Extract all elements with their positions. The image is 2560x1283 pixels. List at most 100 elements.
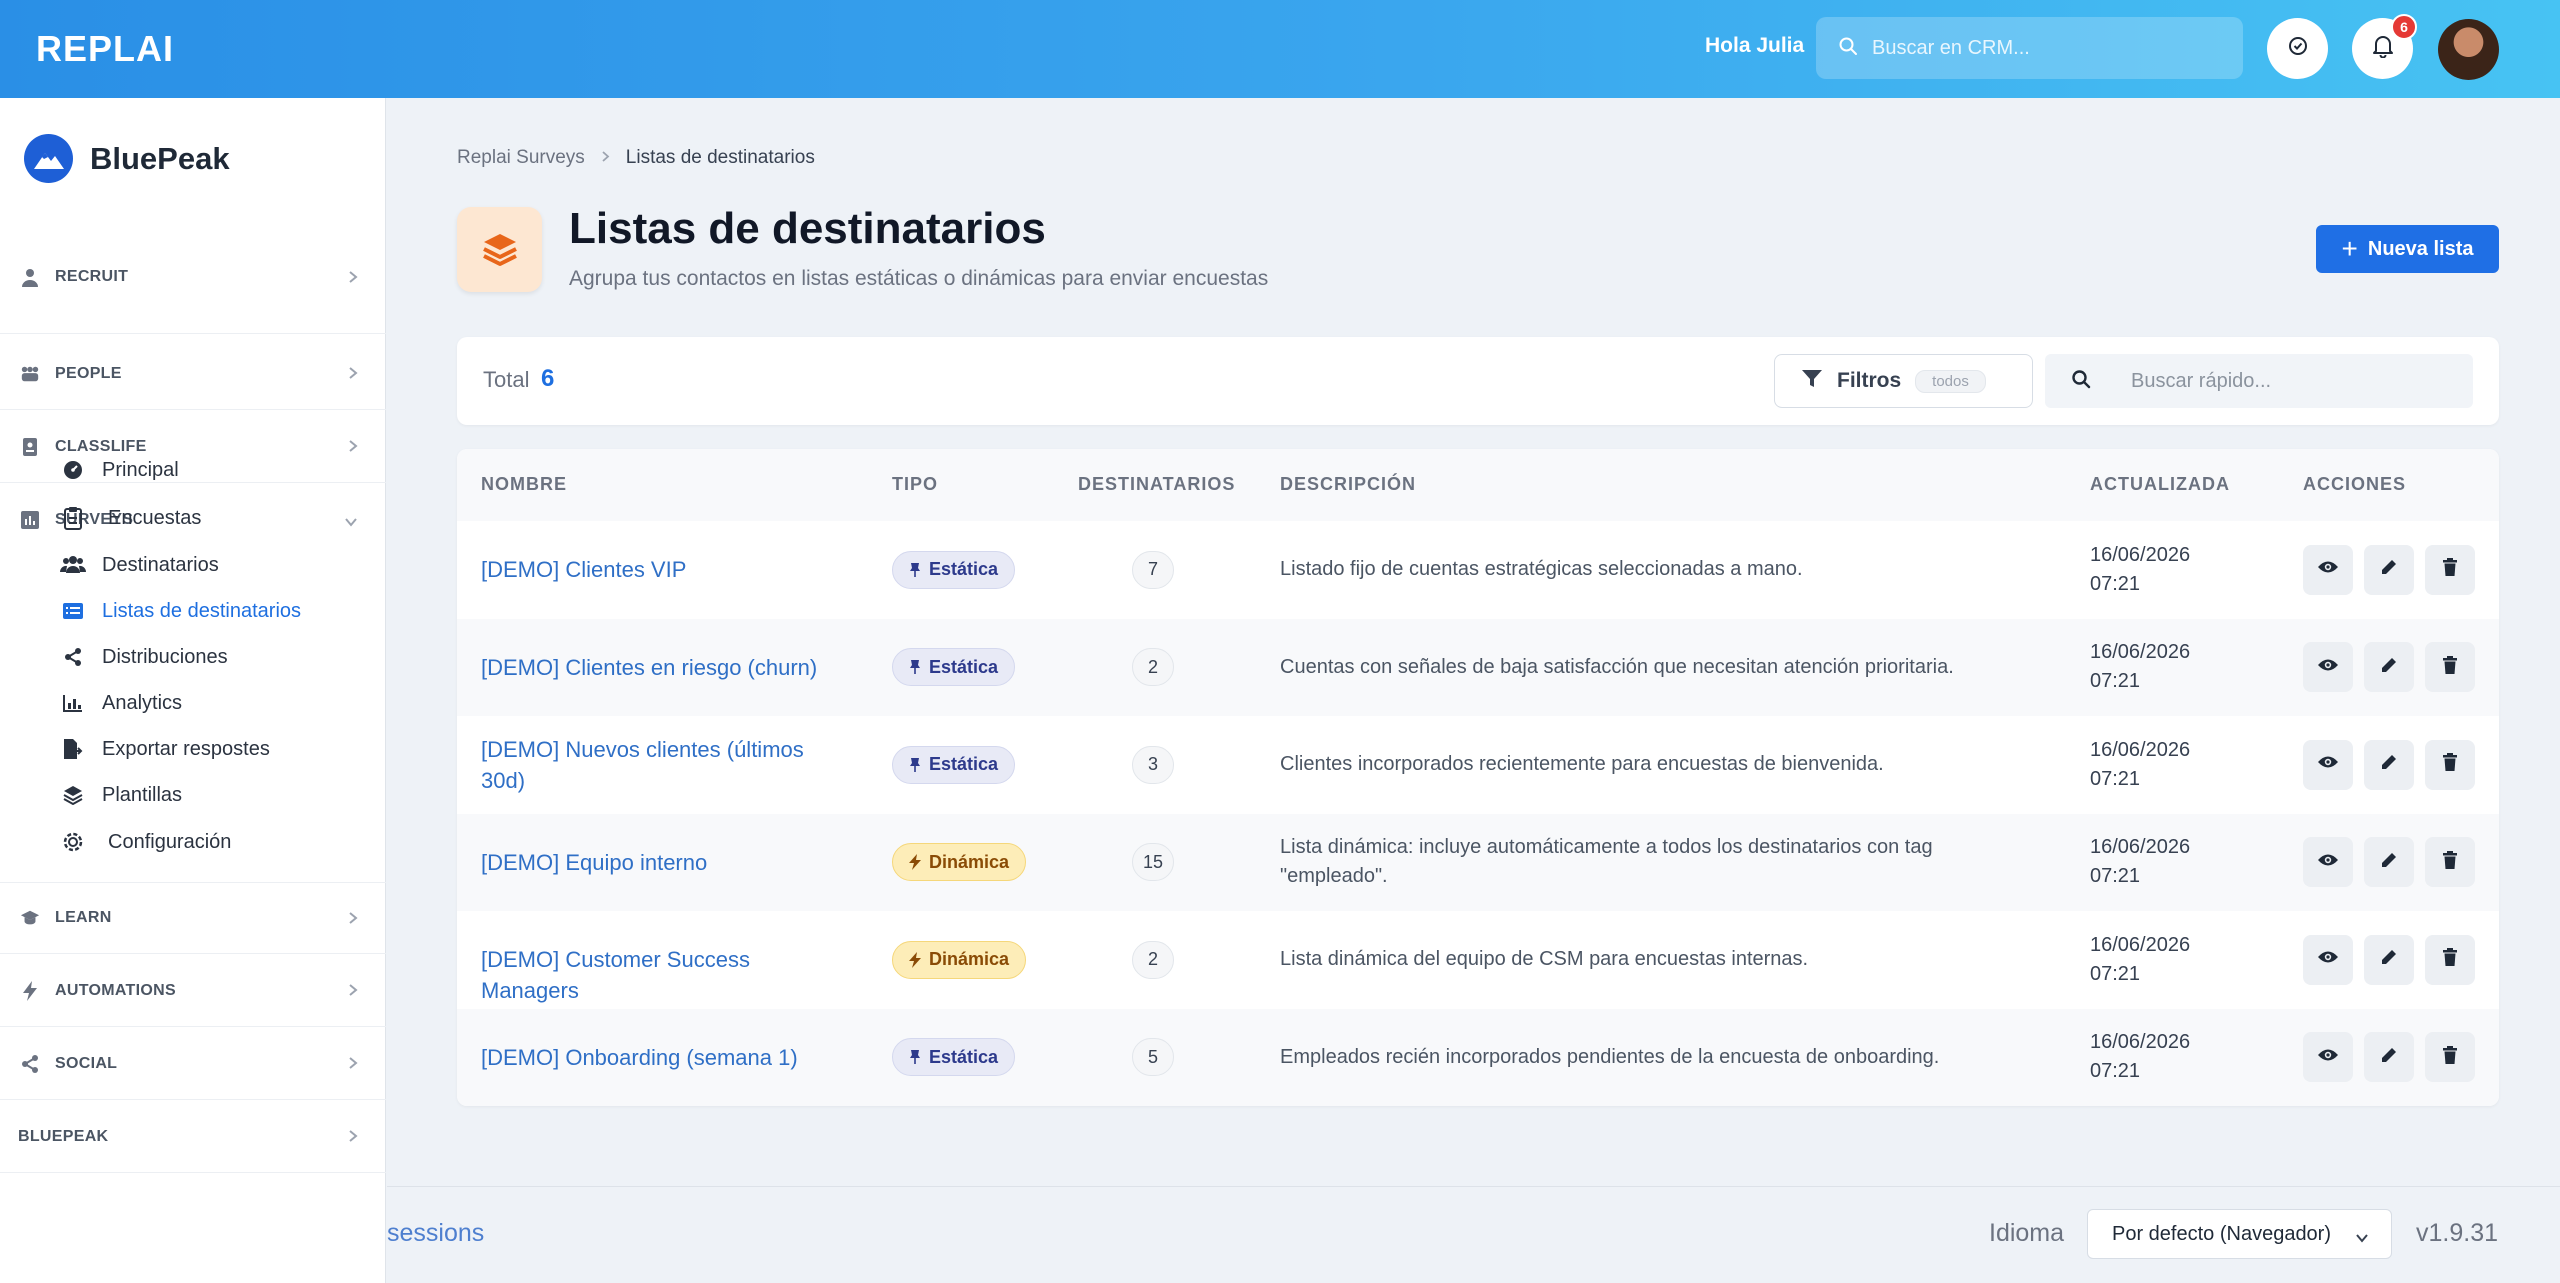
list-type-label: Dinámica bbox=[929, 949, 1010, 970]
column-header-destinatarios[interactable]: DESTINATARIOS bbox=[1078, 474, 1235, 495]
user-avatar[interactable] bbox=[2438, 19, 2499, 80]
user-tie-icon bbox=[20, 268, 40, 288]
view-button[interactable] bbox=[2303, 1032, 2353, 1083]
quick-search[interactable] bbox=[2045, 354, 2473, 408]
list-name-link[interactable]: [DEMO] Onboarding (semana 1) bbox=[481, 1042, 841, 1073]
view-button[interactable] bbox=[2303, 934, 2353, 985]
chevron-right-icon bbox=[348, 1129, 358, 1148]
new-list-button[interactable]: + Nueva lista bbox=[2316, 225, 2499, 273]
list-description: Lista dinámica del equipo de CSM para en… bbox=[1280, 948, 1809, 971]
updated-day: 16/06/2026 bbox=[2090, 543, 2191, 566]
column-header-tipo[interactable]: TIPO bbox=[892, 474, 938, 495]
list-name-link[interactable]: [DEMO] Equipo interno bbox=[481, 847, 841, 878]
sidebar-section-learn[interactable]: LEARN bbox=[0, 882, 386, 954]
updated-time: 07:21 bbox=[2090, 670, 2141, 693]
table-row[interactable]: [DEMO] Nuevos clientes (últimos 30d) Está… bbox=[457, 716, 2499, 814]
delete-button[interactable] bbox=[2425, 642, 2475, 693]
list-name-link[interactable]: [DEMO] Clientes en riesgo (churn) bbox=[481, 652, 841, 683]
eye-icon bbox=[2317, 1047, 2339, 1068]
users-icon bbox=[60, 556, 86, 574]
sidebar-item-analytics[interactable]: Analytics bbox=[60, 683, 182, 723]
table-row[interactable]: [DEMO] Customer Success Managers Dinámica… bbox=[457, 911, 2499, 1009]
updated-time: 07:21 bbox=[2090, 865, 2141, 888]
sidebar-item-distribuciones[interactable]: Distribuciones bbox=[60, 637, 228, 677]
pin-icon bbox=[909, 659, 921, 675]
sidebar-section-people[interactable]: PEOPLE bbox=[0, 338, 386, 410]
sidebar-item-label: Configuración bbox=[108, 830, 232, 853]
app-logo[interactable]: REPLAI bbox=[36, 28, 174, 70]
list-type-badge: Dinámica bbox=[892, 940, 1027, 979]
trash-icon bbox=[2442, 655, 2458, 679]
greeting: Hola Julia bbox=[1705, 34, 1805, 57]
table-row[interactable]: [DEMO] Clientes en riesgo (churn) Estátic… bbox=[457, 618, 2499, 716]
view-button[interactable] bbox=[2303, 739, 2353, 790]
column-header-nombre[interactable]: NOMBRE bbox=[481, 474, 567, 495]
edit-button[interactable] bbox=[2364, 837, 2414, 888]
list-name-link[interactable]: [DEMO] Nuevos clientes (últimos 30d) bbox=[481, 734, 841, 796]
brand-name: BluePeak bbox=[90, 140, 230, 176]
delete-button[interactable] bbox=[2425, 837, 2475, 888]
chart-bar-icon bbox=[20, 510, 40, 530]
column-header-descripcion[interactable]: DESCRIPCIÓN bbox=[1280, 474, 1416, 495]
edit-button[interactable] bbox=[2364, 1032, 2414, 1083]
delete-button[interactable] bbox=[2425, 934, 2475, 985]
sidebar-section-label: AUTOMATIONS bbox=[55, 981, 176, 999]
sidebar-item-label: Listas de destinatarios bbox=[102, 599, 302, 622]
language-label: Idioma bbox=[1989, 1219, 2065, 1247]
language-select[interactable]: Por defecto (Navegador) bbox=[2087, 1209, 2392, 1259]
sidebar-item-listas-de-destinatarios[interactable]: Listas de destinatarios bbox=[60, 591, 301, 631]
pencil-icon bbox=[2380, 1046, 2398, 1069]
sidebar-section-automations[interactable]: AUTOMATIONS bbox=[0, 955, 386, 1027]
edit-button[interactable] bbox=[2364, 544, 2414, 595]
list-name-link[interactable]: [DEMO] Clientes VIP bbox=[481, 554, 841, 585]
sidebar-item-plantillas[interactable]: Plantillas bbox=[60, 775, 182, 815]
sidebar-section-social[interactable]: SOCIAL bbox=[0, 1028, 386, 1100]
lists-table: NOMBRE TIPO DESTINATARIOS DESCRIPCIÓN AC… bbox=[457, 449, 2499, 1106]
recipient-count-badge: 15 bbox=[1132, 843, 1174, 882]
crm-search-input[interactable]: Buscar en CRM... bbox=[1872, 37, 2030, 60]
sidebar-item-configuracion[interactable]: Configuración bbox=[60, 822, 231, 862]
delete-button[interactable] bbox=[2425, 544, 2475, 595]
bolt-icon bbox=[909, 951, 921, 968]
view-button[interactable] bbox=[2303, 837, 2353, 888]
tasks-button[interactable] bbox=[2267, 18, 2328, 79]
chevron-down-icon bbox=[2355, 1226, 2369, 1249]
table-row[interactable]: [DEMO] Clientes VIP Estática 7 Listado fijo… bbox=[457, 521, 2499, 619]
view-button[interactable] bbox=[2303, 642, 2353, 693]
sidebar-section-classlife[interactable]: CLASSLIFE bbox=[0, 411, 386, 483]
sidebar-item-principal[interactable]: Principal bbox=[60, 450, 179, 490]
eye-icon bbox=[2317, 559, 2339, 580]
list-type-label: Estática bbox=[929, 754, 999, 775]
delete-button[interactable] bbox=[2425, 1032, 2475, 1083]
updated-day: 16/06/2026 bbox=[2090, 933, 2191, 956]
table-row[interactable]: [DEMO] Equipo interno Dinámica 15 Lista din… bbox=[457, 813, 2499, 911]
brand[interactable]: BluePeak bbox=[24, 134, 230, 183]
language-value: Por defecto (Navegador) bbox=[2112, 1222, 2332, 1245]
edit-button[interactable] bbox=[2364, 642, 2414, 693]
recipient-count-badge: 2 bbox=[1132, 648, 1174, 687]
updated-date: 16/06/2026 07:21 bbox=[2090, 1028, 2190, 1086]
quick-search-input[interactable] bbox=[2131, 369, 2431, 393]
filters-button[interactable]: Filtros todos bbox=[1774, 354, 2033, 408]
sidebar-section-bluepeak[interactable]: BLUEPEAK bbox=[0, 1101, 386, 1173]
edit-button[interactable] bbox=[2364, 739, 2414, 790]
view-button[interactable] bbox=[2303, 544, 2353, 595]
edit-button[interactable] bbox=[2364, 934, 2414, 985]
share-icon bbox=[60, 647, 86, 667]
breadcrumb-parent[interactable]: Replai Surveys bbox=[457, 147, 585, 169]
sidebar-item-destinatarios[interactable]: Destinatarios bbox=[60, 545, 219, 585]
list-type-label: Dinámica bbox=[929, 851, 1010, 872]
list-name-link[interactable]: [DEMO] Customer Success Managers bbox=[481, 944, 841, 1006]
sidebar-item-exportar-respostes[interactable]: Exportar respostes bbox=[60, 729, 270, 769]
crm-search[interactable]: Buscar en CRM... bbox=[1816, 17, 2243, 79]
trash-icon bbox=[2442, 1045, 2458, 1069]
notifications-button[interactable]: 6 bbox=[2352, 14, 2417, 79]
sidebar-item-encuestas[interactable]: Encuestas bbox=[60, 498, 201, 538]
sidebar-section-recruit[interactable]: RECRUIT bbox=[0, 268, 386, 334]
table-row[interactable]: [DEMO] Onboarding (semana 1) Estática 5 Emp… bbox=[457, 1008, 2499, 1106]
delete-button[interactable] bbox=[2425, 739, 2475, 790]
column-header-actualizada[interactable]: ACTUALIZADA bbox=[2090, 474, 2230, 495]
pencil-icon bbox=[2380, 558, 2398, 581]
sessions-link[interactable]: sessions bbox=[387, 1219, 484, 1248]
recipient-count-badge: 3 bbox=[1132, 745, 1174, 784]
